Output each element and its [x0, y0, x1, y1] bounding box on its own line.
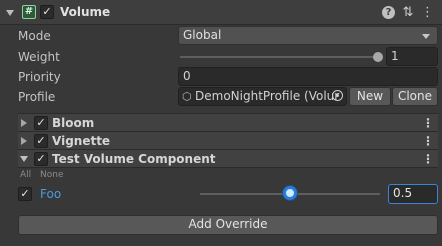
override-test-volume-checkbox[interactable]: ✓: [34, 152, 48, 166]
override-test-volume-component[interactable]: ✓ Test Volume Component ⋮: [18, 149, 438, 168]
profile-object-field[interactable]: ⬡ DemoNightProfile (Volur: [178, 87, 347, 106]
foldout-closed-icon[interactable]: [21, 119, 27, 127]
override-test-volume-title: Test Volume Component: [52, 152, 216, 166]
weight-slider-handle[interactable]: [373, 52, 383, 62]
override-vignette-checkbox[interactable]: ✓: [34, 134, 48, 148]
select-all-link[interactable]: All: [20, 170, 31, 180]
foo-label: Foo: [40, 187, 62, 201]
context-menu-kebab-icon[interactable]: ⋮: [422, 153, 434, 165]
mode-label: Mode: [18, 29, 51, 43]
priority-label: Priority: [18, 70, 61, 84]
volume-component-icon: #: [22, 5, 36, 19]
volume-component-header: # ✓ Volume ? ⇅ ⋮: [0, 0, 442, 25]
profile-value: DemoNightProfile (Volur: [195, 89, 340, 103]
chevron-down-icon: [422, 34, 430, 39]
new-profile-button[interactable]: New: [349, 87, 391, 106]
override-bloom[interactable]: ✓ Bloom ⋮: [18, 113, 438, 132]
profile-label: Profile: [18, 90, 56, 104]
weight-field[interactable]: 1: [386, 47, 438, 66]
override-bloom-title: Bloom: [52, 116, 95, 130]
mode-dropdown[interactable]: Global: [178, 26, 438, 45]
volume-profile-icon: ⬡: [182, 90, 192, 103]
object-picker-icon[interactable]: [332, 90, 343, 101]
select-none-link[interactable]: None: [40, 170, 63, 180]
priority-field[interactable]: 0: [178, 67, 438, 86]
override-vignette[interactable]: ✓ Vignette ⋮: [18, 131, 438, 150]
component-title: Volume: [60, 5, 111, 19]
foo-field[interactable]: 0.5: [388, 184, 438, 204]
weight-label: Weight: [18, 50, 60, 64]
add-override-button[interactable]: Add Override: [18, 215, 438, 235]
override-vignette-title: Vignette: [52, 134, 111, 148]
foldout-closed-icon[interactable]: [21, 137, 27, 145]
mode-value: Global: [183, 28, 222, 42]
foldout-open-icon[interactable]: [20, 156, 28, 162]
help-icon[interactable]: ?: [382, 6, 395, 19]
weight-slider-track[interactable]: [180, 56, 378, 58]
context-menu-kebab-icon[interactable]: ⋮: [421, 6, 434, 19]
clone-profile-button[interactable]: Clone: [392, 87, 438, 106]
foldout-arrow-icon[interactable]: [6, 10, 14, 16]
override-bloom-checkbox[interactable]: ✓: [34, 116, 48, 130]
presets-icon[interactable]: ⇅: [401, 6, 415, 19]
context-menu-kebab-icon[interactable]: ⋮: [422, 117, 434, 129]
context-menu-kebab-icon[interactable]: ⋮: [422, 135, 434, 147]
component-enabled-checkbox[interactable]: ✓: [40, 5, 54, 19]
foo-override-checkbox[interactable]: ✓: [18, 187, 32, 201]
foo-slider-handle[interactable]: [283, 186, 297, 200]
